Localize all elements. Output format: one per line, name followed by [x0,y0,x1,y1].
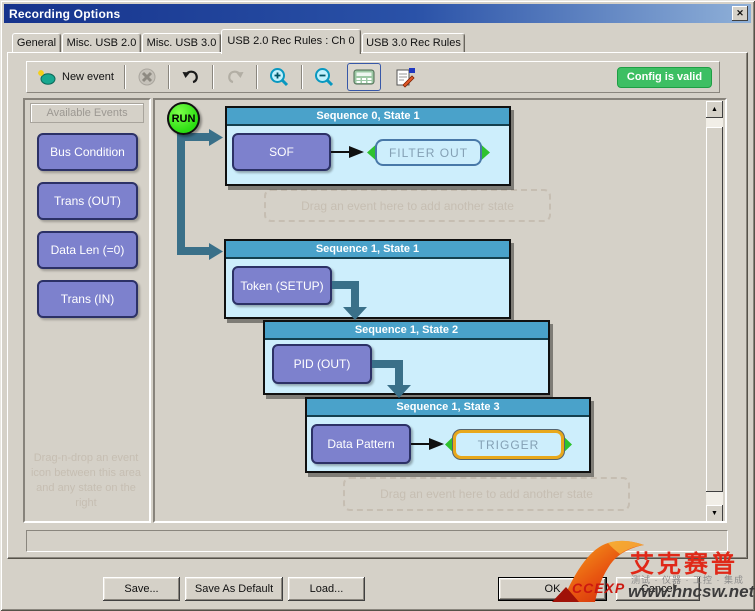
toolbar-separator [212,65,214,89]
arrow-line [331,151,349,153]
state-header[interactable]: Sequence 1, State 3 [307,399,589,417]
action-label: FILTER OUT [375,139,482,166]
branch-line-2 [177,247,209,255]
tab-usb20-rec-rules[interactable]: USB 2.0 Rec Rules : Ch 0 [221,29,361,54]
scroll-down-icon: ▼ [711,510,718,517]
redo-icon [224,66,246,88]
sequence-diagram-canvas: RUN Sequence 0, State 1 SOF FILTER OUT D… [153,98,727,523]
new-event-label: New event [62,71,114,83]
tab-misc-usb30[interactable]: Misc. USB 3.0 [142,33,221,53]
drag-drop-hint: Drag-n-drop an event icon between this a… [27,451,145,511]
run-node[interactable]: RUN [167,102,200,135]
run-connector-line [177,131,185,255]
save-button[interactable]: Save... [103,577,180,601]
node-pid-out[interactable]: PID (OUT) [272,344,372,384]
zoom-in-button[interactable] [264,64,295,90]
node-token-setup[interactable]: Token (SETUP) [232,266,332,305]
elbow-line-v [351,281,359,307]
redo-button[interactable] [220,64,250,90]
properties-icon [394,66,416,88]
toolbar-separator [301,65,303,89]
delete-icon [136,66,158,88]
undo-button[interactable] [176,64,206,90]
action-filter-out[interactable]: FILTER OUT [367,139,490,166]
tab-usb30-rec-rules[interactable]: USB 3.0 Rec Rules [362,33,465,53]
toolbar-separator [168,65,170,89]
arrow-line [411,443,429,445]
load-button[interactable]: Load... [288,577,365,601]
ok-button[interactable]: OK [498,577,607,601]
save-as-default-button[interactable]: Save As Default [185,577,283,601]
action-trigger[interactable]: TRIGGER [445,430,572,459]
branch-arrowhead-1 [209,129,223,146]
drop-placeholder[interactable]: Drag an event here to add another state [343,477,630,511]
event-trans-in[interactable]: Trans (IN) [37,280,138,318]
event-data-len[interactable]: Data Len (=0) [37,231,138,269]
zoom-in-icon [268,66,291,89]
event-bus-condition[interactable]: Bus Condition [37,133,138,171]
toolbar-separator [256,65,258,89]
toolbar-separator [124,65,126,89]
new-event-button[interactable]: New event [33,64,118,90]
close-button[interactable]: ✕ [732,6,748,21]
show-grid-toggle-button[interactable] [348,64,380,90]
elbow-line-v [395,360,403,385]
close-icon: ✕ [736,8,744,19]
node-sof[interactable]: SOF [232,133,331,171]
available-events-panel: Available Events Bus Condition Trans (OU… [23,98,151,523]
state-header[interactable]: Sequence 1, State 2 [265,322,548,340]
drop-placeholder[interactable]: Drag an event here to add another state [264,189,551,222]
properties-button[interactable] [390,64,420,90]
recording-options-dialog: Recording Options ✕ General Misc. USB 2.… [0,0,755,611]
branch-arrowhead-2 [209,243,223,260]
diagram-vertical-scrollbar[interactable]: ▲ ▼ [706,101,723,522]
tab-misc-usb20[interactable]: Misc. USB 2.0 [62,33,141,53]
titlebar: Recording Options ✕ [4,4,751,23]
node-data-pattern[interactable]: Data Pattern [311,424,411,464]
toolbar: New event [26,61,720,93]
action-label: TRIGGER [453,430,564,459]
undo-icon [180,66,202,88]
cancel-button[interactable]: Cancel [616,577,700,601]
scroll-up-icon: ▲ [711,106,718,113]
status-strip [26,530,728,552]
delete-event-button[interactable] [132,64,162,90]
grid-toggle-icon [352,66,376,88]
window-title: Recording Options [9,7,120,21]
state-header[interactable]: Sequence 0, State 1 [227,108,509,126]
available-events-header: Available Events [30,103,144,123]
config-status-badge: Config is valid [617,67,712,88]
tab-general[interactable]: General [12,33,61,53]
zoom-out-button[interactable] [309,64,340,90]
state-header[interactable]: Sequence 1, State 1 [226,241,509,259]
tab-page: New event [7,52,748,559]
new-event-icon [37,69,57,85]
scroll-down-button[interactable]: ▼ [706,505,723,522]
scrollbar-thumb[interactable] [706,127,723,492]
event-trans-out[interactable]: Trans (OUT) [37,182,138,220]
zoom-out-icon [313,66,336,89]
scroll-up-button[interactable]: ▲ [706,101,723,118]
